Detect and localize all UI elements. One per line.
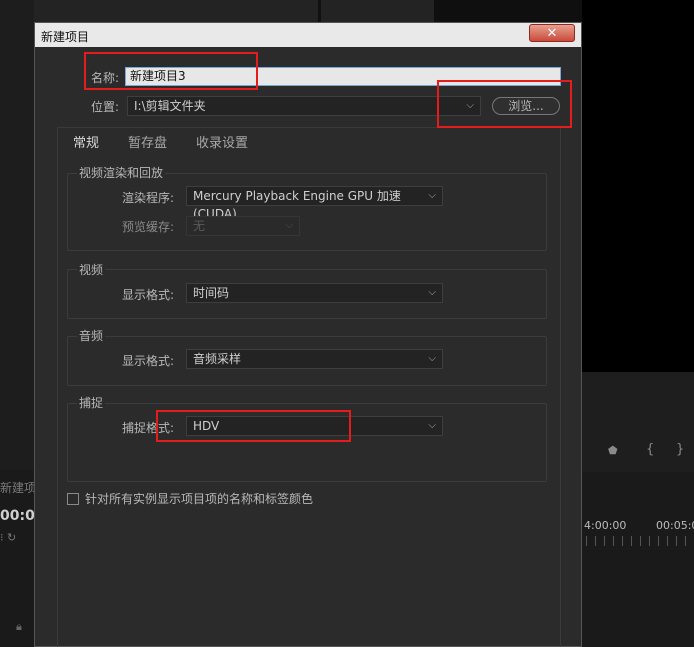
render-group [67, 173, 547, 251]
tab-scratch-disks[interactable]: 暂存盘 [128, 132, 167, 151]
show-labels-checkbox-label[interactable]: 针对所有实例显示项目项的名称和标签颜色 [85, 490, 313, 507]
location-select[interactable]: I:\剪辑文件夹 ⌵ [127, 96, 481, 116]
preview-cache-select: 无 ⌵ [186, 216, 300, 236]
video-display-format-label: 显示格式: [122, 288, 175, 302]
video-group-title: 视频 [77, 261, 106, 278]
left-panel [0, 0, 34, 470]
preview-cache-value: 无 [193, 219, 206, 233]
audio-display-format-select[interactable]: 音频采样 ⌵ [186, 349, 443, 369]
panel-divider [318, 0, 321, 22]
capture-format-value: HDV [193, 419, 220, 433]
close-icon: ✕ [546, 26, 558, 41]
capture-group [67, 403, 547, 482]
chevron-down-icon: ⌵ [428, 190, 436, 201]
project-panel-label: 新建项 [0, 481, 37, 495]
dialog-titlebar[interactable]: 新建项目 ✕ [35, 23, 581, 47]
dialog-title: 新建项目 [41, 30, 90, 44]
tab-ingest-settings[interactable]: 收录设置 [196, 132, 248, 151]
video-display-format-select[interactable]: 时间码 ⌵ [186, 283, 443, 303]
location-value: I:\剪辑文件夹 [134, 99, 206, 113]
monitor-controls [582, 372, 694, 472]
tab-general[interactable]: 常规 [73, 132, 99, 151]
program-monitor [582, 0, 694, 372]
capture-format-select[interactable]: HDV ⌵ [186, 416, 443, 436]
video-display-format-value: 时间码 [193, 286, 230, 300]
show-labels-checkbox[interactable] [67, 493, 79, 505]
chevron-down-icon: ⌵ [285, 220, 293, 231]
top-panel [34, 0, 434, 22]
timeline-timecode: 4:00:00 [584, 519, 627, 532]
name-label: 名称: [91, 71, 120, 85]
timeline-ruler[interactable] [586, 536, 694, 546]
timeline-timecode: 00:05:0 [656, 519, 694, 532]
audio-group-title: 音频 [77, 327, 106, 344]
close-button[interactable]: ✕ [529, 24, 575, 42]
in-point-icon[interactable]: { [646, 442, 654, 457]
lock-icon: 🔒︎ [16, 620, 22, 633]
project-timecode: 00:0 [0, 508, 35, 524]
chevron-down-icon: ⌵ [428, 353, 436, 364]
out-point-icon[interactable]: } [676, 442, 684, 457]
small-icon: ⁝ ↻ [0, 531, 17, 544]
renderer-label: 渲染程序: [122, 191, 175, 205]
project-name-input[interactable]: 新建项目3 [125, 67, 561, 86]
location-label: 位置: [91, 100, 120, 114]
render-group-title: 视频渲染和回放 [77, 164, 166, 181]
renderer-select[interactable]: Mercury Playback Engine GPU 加速 (CUDA) ⌵ [186, 186, 443, 221]
chevron-down-icon: ⌵ [466, 100, 474, 111]
chevron-down-icon: ⌵ [428, 420, 436, 431]
audio-display-format-value: 音频采样 [193, 352, 242, 366]
preview-cache-label: 预览缓存: [122, 220, 175, 234]
browse-button[interactable]: 浏览... [492, 97, 560, 115]
audio-display-format-label: 显示格式: [122, 354, 175, 368]
chevron-down-icon: ⌵ [428, 287, 436, 298]
capture-format-label: 捕捉格式: [122, 421, 175, 435]
marker-icon[interactable]: ⬟ [608, 444, 618, 457]
timeline-panel [582, 472, 694, 647]
new-project-dialog: 新建项目 ✕ 名称: 新建项目3 位置: I:\剪辑文件夹 ⌵ 浏览... 常规… [34, 22, 582, 647]
capture-group-title: 捕捉 [77, 394, 106, 411]
